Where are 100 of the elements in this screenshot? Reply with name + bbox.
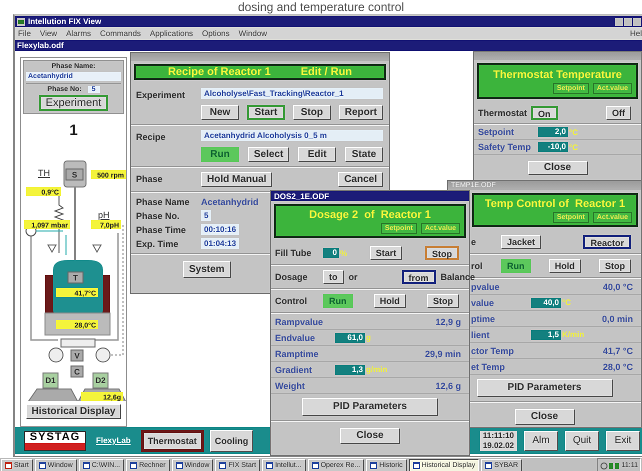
value-text: 41,7 °C — [602, 346, 633, 356]
info-value: 00:10:16 — [201, 224, 240, 235]
unit-label: °C — [562, 298, 571, 307]
button[interactable]: Quit — [565, 430, 599, 450]
app-icon — [17, 18, 25, 26]
button[interactable]: Exit — [606, 430, 640, 450]
value-field[interactable]: 1,5 — [531, 330, 561, 340]
window-icon — [485, 462, 492, 469]
value-field[interactable]: 2,0 — [538, 127, 568, 137]
menu-item[interactable]: Window — [238, 29, 268, 38]
info-label: Phase Name — [136, 197, 191, 207]
header-title: Recipe of Reactor 1 — [168, 66, 271, 78]
path-field: Acetanhydrid Alcoholysis 0_5 m — [201, 130, 383, 141]
value-field[interactable]: -10,0 — [538, 142, 568, 152]
letter-button[interactable]: T — [68, 272, 84, 284]
button[interactable]: Cancel — [338, 172, 383, 187]
vessel-label: D1 — [42, 372, 58, 388]
button[interactable]: Reactor — [583, 235, 631, 249]
button[interactable]: New — [201, 105, 239, 120]
window-icon — [312, 462, 319, 469]
close-button[interactable]: Close — [514, 409, 574, 425]
system-button[interactable]: System — [183, 261, 231, 278]
close-button[interactable]: Close — [340, 428, 400, 444]
info-label: Phase No. — [136, 210, 181, 220]
date-text: 19.02.02 — [482, 440, 514, 450]
row-label: pvalue — [471, 282, 500, 292]
button[interactable]: State — [345, 147, 383, 162]
button[interactable]: Start — [246, 105, 285, 120]
pid-parameters-button[interactable]: PID Parameters — [476, 379, 612, 397]
button[interactable]: Edit — [298, 147, 336, 162]
link[interactable]: FlexyLab — [96, 436, 131, 445]
button[interactable]: Jacket — [501, 235, 542, 249]
unit-label: g — [366, 333, 371, 342]
row-label: ctor Temp — [471, 346, 514, 356]
button[interactable]: Stop — [292, 105, 331, 120]
info-value: Acetanhydrid — [201, 197, 260, 207]
letter-button[interactable]: C — [70, 366, 84, 378]
row-label: e — [471, 237, 478, 247]
button[interactable]: to — [323, 270, 344, 284]
header-mode: Edit / Run — [300, 66, 352, 78]
pid-parameters-button[interactable]: PID Parameters — [302, 398, 438, 416]
menu-item[interactable]: View — [40, 29, 58, 38]
button[interactable]: from — [402, 270, 436, 284]
letter-button[interactable]: S — [66, 168, 84, 180]
value-text: 40,0 °C — [602, 282, 633, 292]
close-button[interactable]: Close — [528, 161, 588, 175]
row-label: Gradient — [275, 364, 314, 374]
window-icon — [412, 462, 420, 469]
info-label: Phase Time — [136, 224, 187, 234]
row-label: rol — [471, 261, 484, 271]
letter-button[interactable]: V — [70, 350, 84, 362]
row-text: or — [348, 272, 358, 282]
button[interactable]: Stop — [599, 259, 631, 273]
button[interactable]: Report — [338, 105, 383, 120]
button[interactable]: Stop — [427, 294, 459, 308]
value-text: 29,9 min — [424, 348, 461, 358]
menu-item[interactable]: File — [18, 29, 31, 38]
menu-item[interactable]: Hel — [630, 29, 642, 38]
row-label: et Temp — [471, 362, 505, 372]
row-label: Weight — [275, 380, 305, 390]
button[interactable]: On — [531, 106, 558, 120]
unit-label: °C — [569, 128, 578, 136]
menu-item[interactable]: Alarms — [66, 29, 91, 38]
info-value: 5 — [201, 210, 212, 221]
value-text: 0,0 min — [602, 314, 633, 324]
section-label: Recipe — [136, 131, 167, 144]
menu-item[interactable]: Options — [202, 29, 230, 38]
button[interactable]: Hold — [548, 259, 581, 273]
document-title: Flexylab.odf — [15, 40, 642, 51]
button[interactable]: Hold Manual — [201, 172, 272, 187]
time-text: 11:11:10 — [482, 430, 514, 440]
button[interactable]: Stop — [424, 246, 459, 260]
button[interactable]: Experiment — [38, 95, 108, 111]
button[interactable]: Off — [606, 106, 631, 120]
tag-label: pH — [98, 210, 110, 220]
button[interactable]: Select — [248, 147, 290, 162]
menu-item[interactable]: Commands — [100, 29, 141, 38]
menu-item[interactable]: Applications — [150, 29, 194, 38]
value-field[interactable]: 1,3 — [335, 364, 365, 374]
button[interactable]: Hold — [374, 294, 406, 308]
tab[interactable]: Thermostat — [140, 430, 204, 452]
row-label: Rampvalue — [275, 316, 324, 326]
row-label: Setpoint — [478, 127, 515, 137]
value-field[interactable]: 61,0 — [335, 332, 365, 342]
unit-label: °C — [569, 142, 578, 152]
value-field[interactable]: 0 — [323, 248, 339, 258]
section-label: Phase — [136, 173, 164, 186]
button[interactable]: Start — [370, 246, 402, 260]
unit-label: g/min — [366, 365, 388, 374]
historical-display-button[interactable]: Historical Display — [26, 404, 122, 419]
value-text: 12,6 g — [435, 380, 461, 390]
row-label: Dosage — [275, 272, 309, 282]
window-icon — [266, 462, 274, 469]
value-field[interactable]: 40,0 — [531, 298, 561, 308]
button[interactable]: Alm — [524, 430, 558, 450]
window-title: DOS2_1E.ODF — [274, 192, 330, 200]
vessel-label: D2 — [92, 372, 108, 388]
row-label: Control — [275, 296, 308, 306]
tab[interactable]: Cooling — [210, 430, 254, 452]
tag-label: TH — [38, 168, 50, 178]
